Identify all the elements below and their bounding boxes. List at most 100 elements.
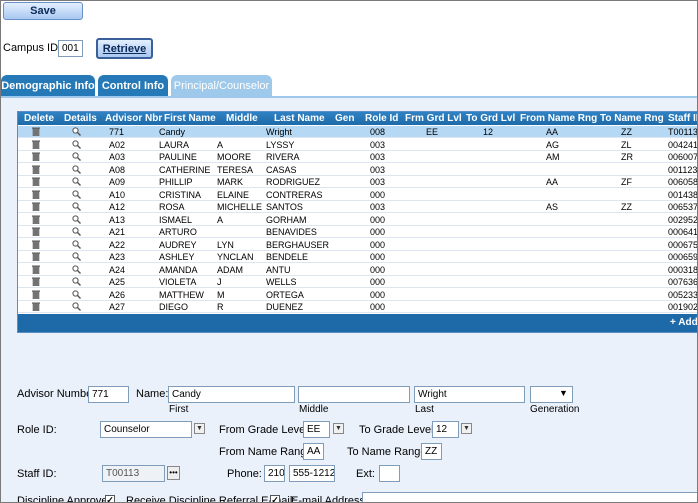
- save-button[interactable]: Save: [3, 2, 83, 20]
- middle-cell: MICHELLE: [217, 202, 263, 212]
- col-delete[interactable]: Delete: [24, 112, 54, 125]
- table-row[interactable]: A12 ROSA MICHELLE SANTOS 003 AS ZZ 006537: [18, 201, 698, 213]
- to-grade-select[interactable]: 12: [432, 421, 459, 438]
- generation-caption: Generation: [530, 404, 580, 415]
- staff-id-input[interactable]: T00113: [102, 465, 165, 482]
- col-first-name[interactable]: First Name: [164, 112, 216, 125]
- table-row[interactable]: A23 ASHLEY YNCLAN BENDELE 000 000659: [18, 251, 697, 263]
- retrieve-button[interactable]: Retrieve: [96, 38, 153, 59]
- magnifier-icon[interactable]: [72, 302, 81, 311]
- tab-principal-counselor[interactable]: Principal/Counselor: [171, 75, 272, 97]
- magnifier-icon[interactable]: [72, 139, 81, 149]
- advisor-number-input[interactable]: 771: [88, 386, 129, 403]
- trash-icon[interactable]: [32, 152, 40, 161]
- table-row[interactable]: A08 CATHERINE TERESA CASAS 003 001123: [18, 164, 697, 176]
- from-name-range-input[interactable]: AA: [303, 443, 324, 460]
- table-row[interactable]: A21 ARTURO BENAVIDES 000 000641: [18, 226, 697, 238]
- phone-number-input[interactable]: 555-1212: [289, 465, 335, 482]
- table-row[interactable]: A24 AMANDA ADAM ANTU 000 000318: [18, 264, 697, 276]
- col-role-id[interactable]: Role Id: [365, 112, 398, 125]
- magnifier-icon[interactable]: [72, 214, 81, 224]
- magnifier-icon[interactable]: [72, 127, 81, 136]
- trash-icon[interactable]: [32, 127, 40, 136]
- trash-icon[interactable]: [32, 240, 40, 249]
- first-name-cell: PHILLIP: [159, 177, 193, 187]
- campus-id-input[interactable]: 001: [58, 40, 83, 57]
- trash-icon[interactable]: [32, 140, 40, 149]
- magnifier-icon[interactable]: [72, 277, 81, 286]
- magnifier-icon[interactable]: [72, 252, 81, 261]
- col-to-grd-lvl[interactable]: To Grd Lvl: [466, 112, 515, 125]
- middle-name-input[interactable]: [298, 386, 410, 403]
- receive-referral-checkbox[interactable]: ✓: [270, 495, 280, 502]
- first-name-cell: CATHERINE: [159, 164, 211, 175]
- table-row[interactable]: A10 CRISTINA ELAINE CONTRERAS 000 001438: [18, 189, 697, 201]
- from-name-rng-cell: AM: [546, 152, 560, 162]
- trash-icon[interactable]: [32, 252, 40, 261]
- trash-icon[interactable]: [32, 202, 40, 211]
- staff-id-cell: 006537: [668, 202, 698, 212]
- role-id-cell: 000: [370, 214, 386, 225]
- col-details[interactable]: Details: [64, 112, 97, 125]
- add-row-button[interactable]: + Add: [670, 317, 697, 328]
- magnifier-icon[interactable]: [72, 289, 81, 299]
- email-input[interactable]: [362, 492, 697, 502]
- table-row[interactable]: A09 PHILLIP MARK RODRIGUEZ 003 AA ZF 006058: [18, 176, 697, 188]
- from-grade-select[interactable]: EE: [303, 421, 330, 438]
- trash-icon[interactable]: [32, 302, 40, 311]
- last-name-cell: CONTRERAS: [266, 189, 323, 200]
- chevron-down-icon[interactable]: ▼: [461, 423, 472, 434]
- tab-demographic-info[interactable]: Demographic Info: [1, 75, 95, 97]
- magnifier-icon[interactable]: [72, 152, 81, 161]
- col-staff-id[interactable]: Staff ID: [668, 112, 697, 125]
- discipline-approver-checkbox[interactable]: ✓: [105, 495, 115, 502]
- col-middle[interactable]: Middle: [226, 112, 258, 125]
- trash-icon[interactable]: [32, 290, 40, 299]
- col-advisor-nbr[interactable]: Advisor Nbr: [105, 112, 162, 125]
- middle-cell: LYN: [217, 239, 234, 250]
- ext-input[interactable]: [379, 465, 400, 482]
- table-row[interactable]: A27 DIEGO R DUENEZ 000 001902: [18, 301, 697, 313]
- advisor-nbr-cell: A24: [109, 264, 126, 275]
- chevron-down-icon[interactable]: ▼: [333, 423, 344, 434]
- col-from-name-rng[interactable]: From Name Rng: [520, 112, 597, 125]
- trash-icon[interactable]: [32, 215, 40, 224]
- table-row[interactable]: A26 MATTHEW M ORTEGA 000 005233: [18, 289, 697, 301]
- role-id-cell: 000: [370, 264, 386, 275]
- col-last-name[interactable]: Last Name: [274, 112, 325, 125]
- table-row[interactable]: 771 Candy Wright 008 EE 12 AA ZZ T00113: [18, 126, 697, 138]
- chevron-down-icon[interactable]: ▼: [194, 423, 205, 434]
- from-name-range-label: From Name Range:: [219, 446, 316, 458]
- table-row[interactable]: A03 PAULINE MOORE RIVERA 003 AM ZR 006007: [18, 151, 697, 163]
- magnifier-icon[interactable]: [72, 202, 81, 211]
- phone-area-input[interactable]: 210: [264, 465, 285, 482]
- from-name-rng-cell: AS: [546, 202, 559, 212]
- table-row[interactable]: A22 AUDREY LYN BERGHAUSER 000 000675: [18, 239, 697, 251]
- col-to-name-rng[interactable]: To Name Rng: [600, 112, 664, 125]
- magnifier-icon[interactable]: [72, 264, 81, 274]
- magnifier-icon[interactable]: [72, 177, 81, 186]
- magnifier-icon[interactable]: [72, 227, 81, 236]
- trash-icon[interactable]: [32, 190, 40, 199]
- tab-control-info[interactable]: Control Info: [98, 75, 168, 97]
- table-row[interactable]: A25 VIOLETA J WELLS 000 007636: [18, 276, 697, 288]
- col-frm-grd-lvl[interactable]: Frm Grd Lvl: [405, 112, 462, 125]
- magnifier-icon[interactable]: [72, 164, 81, 174]
- first-name-cell: ASHLEY: [159, 252, 195, 262]
- table-row[interactable]: A02 LAURA A LYSSY 003 AG ZL 004241: [18, 139, 697, 151]
- to-name-range-input[interactable]: ZZ: [421, 443, 442, 460]
- magnifier-icon[interactable]: [72, 189, 81, 199]
- trash-icon[interactable]: [32, 227, 40, 236]
- table-row[interactable]: A13 ISMAEL A GORHAM 000 002952: [18, 214, 697, 226]
- trash-icon[interactable]: [32, 265, 40, 274]
- more-icon[interactable]: •••: [167, 466, 180, 480]
- trash-icon[interactable]: [32, 165, 40, 174]
- col-gen[interactable]: Gen: [335, 112, 354, 125]
- magnifier-icon[interactable]: [72, 239, 81, 249]
- trash-icon[interactable]: [32, 177, 40, 186]
- role-id-select[interactable]: Counselor: [100, 421, 192, 438]
- first-name-input[interactable]: Candy: [168, 386, 295, 403]
- trash-icon[interactable]: [32, 277, 40, 286]
- first-name-cell: PAULINE: [159, 152, 197, 162]
- last-name-input[interactable]: Wright: [414, 386, 525, 403]
